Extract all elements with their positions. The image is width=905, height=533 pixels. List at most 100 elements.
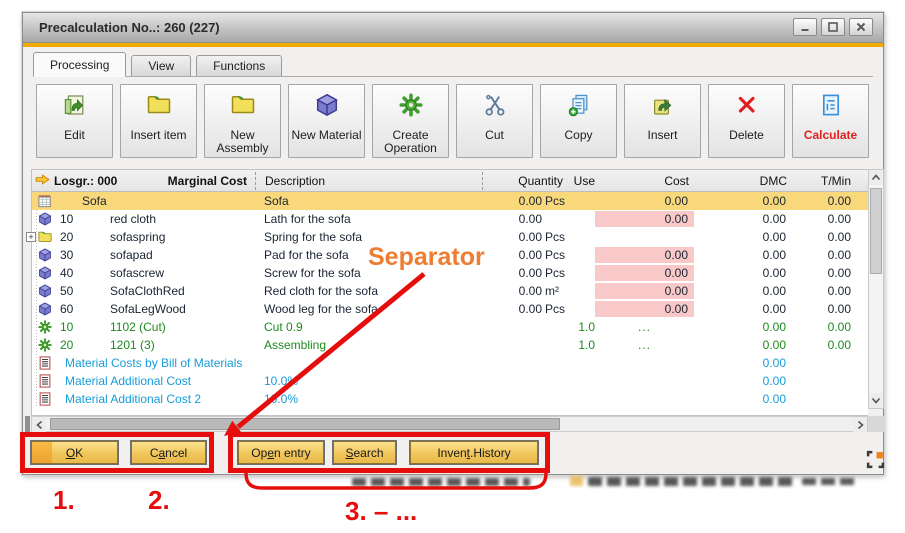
scroll-up-button[interactable] <box>869 170 883 185</box>
row-cost[interactable]: 0.00 <box>595 247 694 263</box>
row-cost[interactable]: 0.00 <box>595 265 694 281</box>
row-cost <box>595 391 694 407</box>
table-row[interactable]: Material Costs by Bill of Materials0.00 <box>32 354 868 372</box>
vertical-scroll-thumb[interactable] <box>870 188 882 274</box>
delete-x-icon <box>735 93 759 122</box>
horizontal-scroll-thumb[interactable] <box>50 418 560 430</box>
toolbar-button-label: Create Operation <box>373 129 448 155</box>
row-position-number: 50 <box>58 284 82 298</box>
table-header-row[interactable]: Losgr.: 000 Marginal Cost Description Qu… <box>32 170 868 192</box>
row-cost[interactable]: 0.00 <box>595 301 694 317</box>
window-titlebar[interactable]: Precalculation No..: 260 (227) <box>23 13 883 43</box>
table-row[interactable]: 101102 (Cut)Cut 0.91.0...0.000.00 <box>32 318 868 336</box>
chevron-down-icon <box>871 396 881 405</box>
row-description: Assembling <box>255 338 482 352</box>
row-tmin: 0.00 <box>792 212 854 226</box>
tab-processing[interactable]: Processing <box>33 52 126 77</box>
expand-node-toggle[interactable]: + <box>26 232 36 242</box>
tab-label: Functions <box>213 59 265 73</box>
row-unit: Pcs <box>542 266 564 280</box>
row-description: Wood leg for the sofa <box>255 302 482 316</box>
toolbar-button-new-material[interactable]: New Material <box>288 84 365 158</box>
scroll-right-button[interactable] <box>853 417 867 432</box>
scroll-down-button[interactable] <box>869 393 883 408</box>
header-description: Description <box>255 172 482 190</box>
toolbar-button-insert-item[interactable]: Insert item <box>120 84 197 158</box>
row-tmin: 0.00 <box>792 266 854 280</box>
toolbar-button-cut[interactable]: Cut <box>456 84 533 158</box>
table-row[interactable]: 10red clothLath for the sofa0.000.000.00… <box>32 210 868 228</box>
row-tmin: 0.00 <box>792 248 854 262</box>
tab-functions[interactable]: Functions <box>196 55 282 76</box>
row-quantity: 0.00 <box>482 266 542 280</box>
toolbar-button-label: Edit <box>64 129 85 142</box>
row-item-name: 1102 (Cut) <box>82 320 255 334</box>
scissors-icon <box>483 93 507 122</box>
row-tmin: 0.00 <box>792 320 854 334</box>
row-cost[interactable]: 0.00 <box>595 211 694 227</box>
row-use: 1.0 <box>564 320 595 334</box>
vertical-scrollbar[interactable] <box>868 169 884 409</box>
row-position-number: 10 <box>58 320 82 334</box>
tab-view[interactable]: View <box>131 55 191 76</box>
row-quantity: 0.00 <box>482 212 542 226</box>
toolbar-button-calculate[interactable]: Calculate <box>792 84 869 158</box>
toolbar-button-copy[interactable]: Copy <box>540 84 617 158</box>
table-row[interactable]: 201201 (3)Assembling1.0...0.000.00 <box>32 336 868 354</box>
toolbar-button-new-assembly[interactable]: New Assembly <box>204 84 281 158</box>
blurred-background-text <box>352 478 530 486</box>
toolbar: Edit Insert itemNew AssemblyNew Material C… <box>36 84 869 158</box>
row-cost <box>595 355 694 371</box>
toolbar-button-insert[interactable]: Insert <box>624 84 701 158</box>
table-row[interactable]: 60SofaLegWoodWood leg for the sofa0.00Pc… <box>32 300 868 318</box>
row-unit: m² <box>542 284 564 298</box>
row-description: Cut 0.9 <box>255 320 482 334</box>
table-row[interactable]: 50SofaClothRedRed cloth for the sofa0.00… <box>32 282 868 300</box>
row-description: Lath for the sofa <box>255 212 482 226</box>
table-row[interactable]: Material Additional Cost10.0%0.00 <box>32 372 868 390</box>
table-row[interactable]: Material Additional Cost 210.0%0.00 <box>32 390 868 408</box>
calculate-doc-icon <box>819 93 843 122</box>
header-cost: Cost <box>595 174 694 188</box>
table-row[interactable]: SofaSofa0.00Pcs0.000.000.00 <box>32 192 868 210</box>
row-position-number: 10 <box>58 212 82 226</box>
row-unit: Pcs <box>542 248 564 262</box>
row-dmc: 0.00 <box>694 338 792 352</box>
row-cost[interactable]: 0.00 <box>595 283 694 299</box>
maximize-button[interactable] <box>821 18 845 36</box>
annotation-box-entry-buttons <box>228 432 550 473</box>
step-3-label: 3. – ... <box>345 496 417 527</box>
row-dmc: 0.00 <box>694 374 792 388</box>
scroll-left-button[interactable] <box>32 417 46 432</box>
row-cost: ... <box>595 319 694 335</box>
row-quantity: 0.00 <box>482 284 542 298</box>
row-item-name: Sofa <box>82 194 255 208</box>
toolbar-button-edit[interactable]: Edit <box>36 84 113 158</box>
row-dmc: 0.00 <box>694 248 792 262</box>
cube-icon <box>32 300 58 318</box>
row-description: 10.0% <box>255 392 482 406</box>
toolbar-button-label: Insert <box>647 129 677 142</box>
row-quantity: 0.00 <box>482 302 542 316</box>
header-quantity: Quantity <box>482 172 564 190</box>
row-position-number: 20 <box>58 338 82 352</box>
expand-form-icon[interactable] <box>866 450 885 469</box>
row-tmin: 0.00 <box>792 284 854 298</box>
row-dmc: 0.00 <box>694 392 792 406</box>
toolbar-button-label: Calculate <box>804 129 857 142</box>
row-item-name: 1201 (3) <box>82 338 255 352</box>
row-dmc: 0.00 <box>694 266 792 280</box>
horizontal-scrollbar[interactable] <box>31 416 868 432</box>
cube-icon <box>32 210 58 228</box>
row-position-number: 60 <box>58 302 82 316</box>
cube-icon <box>32 264 58 282</box>
toolbar-button-delete[interactable]: Delete <box>708 84 785 158</box>
blurred-background-text <box>588 477 793 486</box>
row-item-name: sofapad <box>82 248 255 262</box>
separator-annotation-label: Separator <box>368 243 485 272</box>
toolbar-button-label: Copy <box>564 129 592 142</box>
minimize-button[interactable] <box>793 18 817 36</box>
toolbar-button-create-operation[interactable]: Create Operation <box>372 84 449 158</box>
maximize-icon <box>827 21 839 33</box>
close-button[interactable] <box>849 18 873 36</box>
